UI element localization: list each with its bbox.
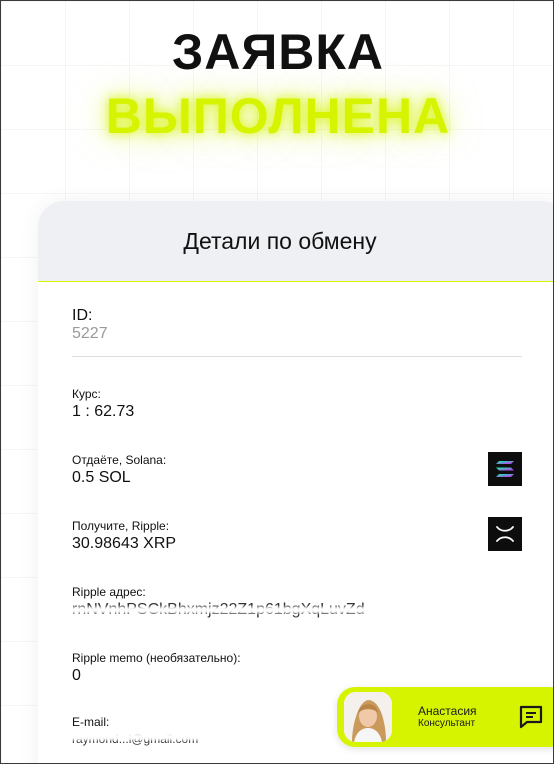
give-field: Отдаёте, Solana: 0.5 SOL <box>72 453 166 487</box>
memo-label: Ripple memo (необязательно): <box>72 651 241 665</box>
order-id-field: ID: 5227 <box>72 307 108 343</box>
address-label: Ripple адрес: <box>72 585 146 599</box>
chat-icon[interactable] <box>517 703 545 731</box>
address-value: rnNVnhPSCkBhxmjz22Z1p61bgXqLuvZd <box>60 600 379 619</box>
card-header: Детали по обмену <box>38 201 553 282</box>
card-title: Детали по обмену <box>183 227 377 254</box>
receive-field: Получите, Ripple: 30.98643 XRP <box>72 519 176 553</box>
privacy-mask <box>60 607 379 613</box>
receive-label: Получите, Ripple: <box>72 519 170 533</box>
order-id-value: 5227 <box>72 325 108 342</box>
avatar <box>344 692 392 742</box>
support-chat-widget[interactable]: Анастасия Консультант <box>337 687 553 747</box>
address-field: Ripple адрес: rnNVnhPSCkBhxmjz22Z1p61bgX… <box>60 585 379 619</box>
rate-field: Курс: 1 : 62.73 <box>72 387 134 421</box>
agent-name: Анастасия <box>418 704 477 718</box>
give-value: 0.5 SOL <box>72 469 131 486</box>
rate-value: 1 : 62.73 <box>72 403 135 420</box>
memo-value: 0 <box>72 667 81 684</box>
privacy-mask <box>60 734 213 740</box>
rate-label: Курс: <box>72 387 101 401</box>
page-title-highlight: ВЫПОЛНЕНА <box>105 88 451 144</box>
receive-value: 30.98643 XRP <box>72 535 177 552</box>
give-label: Отдаёте, Solana: <box>72 453 167 467</box>
email-field: E-mail: raymond...l@gmail.com <box>60 715 213 749</box>
ripple-icon <box>488 517 522 551</box>
divider <box>72 356 522 357</box>
memo-field: Ripple memo (необязательно): 0 <box>72 651 241 685</box>
solana-icon <box>488 452 522 486</box>
exchange-details-card: Детали по обмену ID: 5227 Курс: 1 : 62.7… <box>38 201 553 763</box>
email-value: raymond...l@gmail.com <box>60 730 213 749</box>
page-frame: ЗАЯВКА ВЫПОЛНЕНА Детали по обмену ID: 52… <box>0 0 554 764</box>
email-label: E-mail: <box>72 715 110 729</box>
agent-role: Консультант <box>418 718 476 729</box>
order-id-label: ID: <box>72 307 93 324</box>
page-title: ЗАЯВКА <box>171 24 385 80</box>
